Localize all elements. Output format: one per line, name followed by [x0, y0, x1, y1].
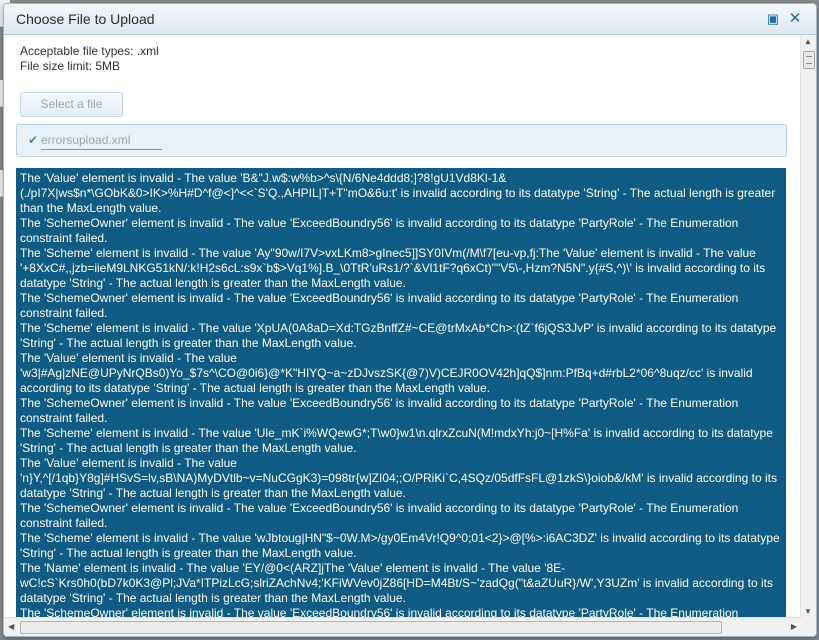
- dialog-content: Acceptable file types: .xml File size li…: [4, 35, 801, 618]
- maximize-icon[interactable]: ▣: [766, 12, 780, 26]
- error-message: The 'Name' element is invalid - The valu…: [20, 561, 773, 605]
- file-name: errorsupload.xml: [41, 133, 131, 147]
- error-message: The 'SchemeOwner' element is invalid - T…: [20, 396, 739, 425]
- error-message: The 'Value' element is invalid - The val…: [20, 171, 776, 215]
- error-message: The 'SchemeOwner' element is invalid - T…: [20, 291, 739, 320]
- close-icon[interactable]: ✕: [788, 11, 802, 26]
- vertical-scroll-thumb[interactable]: [803, 51, 815, 69]
- error-message: The 'Value' element is invalid - The val…: [20, 351, 753, 395]
- error-message: The 'Scheme' element is invalid - The va…: [20, 246, 766, 290]
- error-message: The 'Scheme' element is invalid - The va…: [20, 426, 773, 455]
- scroll-right-icon[interactable]: ▶: [791, 622, 797, 631]
- scroll-left-icon[interactable]: ◀: [8, 622, 14, 631]
- upload-progress-fill: [41, 149, 162, 150]
- horizontal-scrollbar[interactable]: ◀ ▶: [4, 617, 801, 636]
- scroll-down-icon[interactable]: ▼: [804, 607, 812, 616]
- error-message: The 'Scheme' element is invalid - The va…: [20, 321, 777, 350]
- file-size-limit: File size limit: 5MB: [20, 59, 121, 73]
- error-message: The 'Value' element is invalid - The val…: [20, 456, 777, 500]
- upload-progress-bar: [41, 149, 162, 150]
- dialog-titlebar[interactable]: Choose File to Upload ▣ ✕: [4, 4, 816, 35]
- check-icon: ✔: [28, 133, 39, 147]
- scrollbar-corner: [801, 618, 816, 636]
- dialog-title: Choose File to Upload: [16, 11, 155, 27]
- scroll-up-icon[interactable]: ▲: [804, 37, 812, 46]
- select-file-button[interactable]: Select a file: [20, 92, 123, 117]
- error-message: The 'Scheme' element is invalid - The va…: [20, 531, 780, 560]
- horizontal-scroll-thumb[interactable]: [20, 621, 722, 634]
- error-message: The 'SchemeOwner' element is invalid - T…: [20, 216, 739, 245]
- upload-dialog: Choose File to Upload ▣ ✕ Acceptable fil…: [3, 3, 817, 637]
- error-list-panel: The 'Value' element is invalid - The val…: [16, 168, 786, 618]
- upload-info: Acceptable file types: .xml File size li…: [20, 44, 159, 74]
- accepted-file-types: Acceptable file types: .xml: [20, 44, 159, 58]
- vertical-scrollbar[interactable]: ▲ ▼: [800, 35, 816, 618]
- uploaded-file-row: ✔ errorsupload.xml: [16, 124, 787, 157]
- error-message: The 'SchemeOwner' element is invalid - T…: [20, 501, 739, 530]
